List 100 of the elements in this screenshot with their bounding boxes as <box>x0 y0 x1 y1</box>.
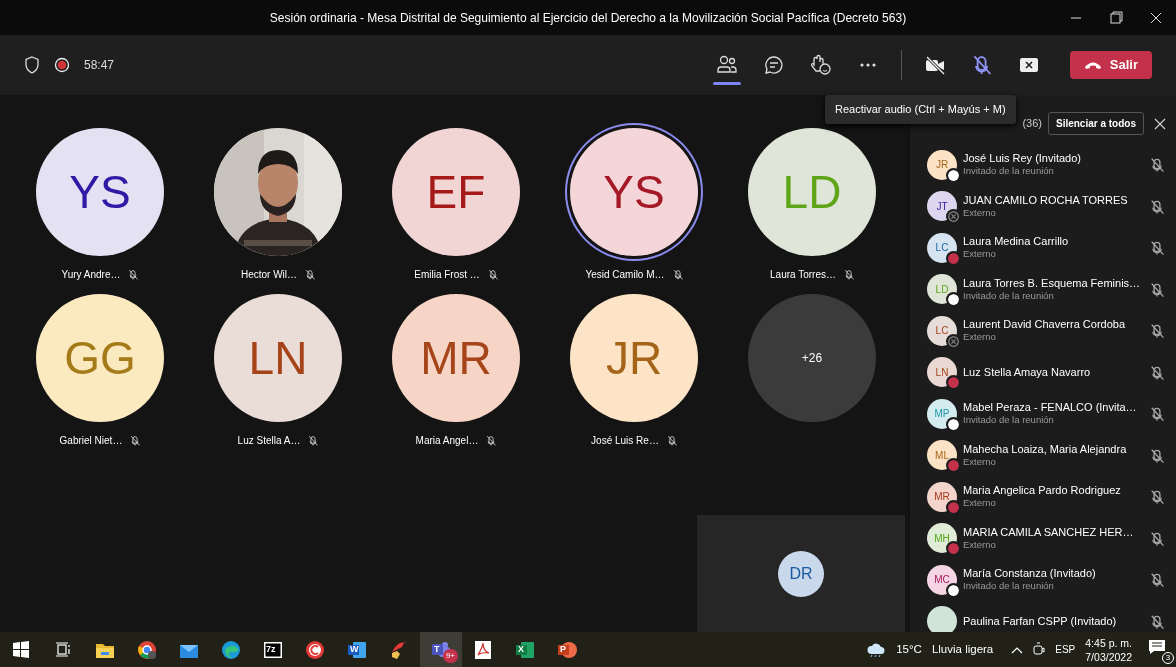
pdf-icon <box>473 639 493 660</box>
muted-mic-icon <box>971 54 992 76</box>
participant-row[interactable]: MR Maria Angelica Pardo Rodriguez Externo <box>910 476 1176 518</box>
teams-taskbar-button[interactable]: T 9+ <box>420 632 462 667</box>
participant-name: Laura Torres… <box>770 267 836 282</box>
participant-role: Invitado de la reunión <box>963 580 1055 593</box>
avatar-initials: LD <box>935 282 949 297</box>
language-indicator[interactable]: ESP <box>1055 642 1076 657</box>
participant-name: Mabel Peraza - FENALCO (Invita… <box>963 401 1138 415</box>
excel-icon <box>515 639 535 660</box>
clock[interactable]: 4:45 p. m. 7/03/2022 <box>1085 635 1132 664</box>
participant-row[interactable]: ML Mahecha Loaiza, Maria Alejandra Externo <box>910 434 1176 476</box>
shield-icon <box>24 56 40 74</box>
tooltip: Reactivar audio (Ctrl + Mayús + M) <box>825 95 1016 124</box>
powerpoint-taskbar-button[interactable]: P <box>546 632 588 667</box>
muted-mic-icon <box>666 434 677 446</box>
avatar-initials: LD <box>782 164 842 220</box>
participant-name: Yesid Camilo M… <box>585 267 665 282</box>
participant-name: María Constanza (Invitado) <box>963 567 1097 581</box>
participant-name: Luz Stella A… <box>237 433 301 448</box>
participant-role: Externo <box>963 538 997 551</box>
participant-role: Externo <box>963 455 997 468</box>
task-view-icon <box>53 639 73 660</box>
muted-mic-icon <box>1150 406 1164 422</box>
participant-row[interactable]: MH MARIA CAMILA SANCHEZ HER… Externo <box>910 517 1176 559</box>
more-count: +26 <box>801 350 823 367</box>
avatar-initials: JR <box>605 330 663 386</box>
muted-mic-icon <box>1150 489 1164 505</box>
avatar-initials: LN <box>248 330 308 386</box>
call-timer: 58:47 <box>84 57 115 74</box>
powerpoint-icon <box>557 639 577 660</box>
notification-badge: 9+ <box>442 649 458 663</box>
participant-row[interactable]: MC María Constanza (Invitado) Invitado de la reunión <box>910 559 1176 601</box>
participant-name: Laura Torres B. Esquema Feminis… <box>963 276 1142 290</box>
excel-taskbar-button[interactable]: X <box>504 632 546 667</box>
participant-role: Invitado de la reunión <box>963 165 1055 178</box>
participant-name: Mahecha Loaiza, Maria Alejandra <box>963 442 1128 456</box>
avatar-initials: GG <box>64 330 136 386</box>
participant-row[interactable]: LC Laura Medina Carrillo Externo <box>910 227 1176 269</box>
participant-role: Externo <box>963 206 997 219</box>
participant-name: José Luis Re… <box>591 433 659 448</box>
participant-name: Laurent David Chaverra Cordoba <box>963 318 1127 332</box>
avatar-initials: JT <box>936 199 948 214</box>
muted-mic-icon <box>1150 240 1164 256</box>
avatar-initials: YS <box>69 164 131 220</box>
participant-name: JUAN CAMILO ROCHA TORRES <box>963 193 1129 207</box>
participant-name: Yury Andre… <box>61 267 121 282</box>
participant-row[interactable]: LC Laurent David Chaverra Cordoba Externo <box>910 310 1176 352</box>
avatar-initials: EF <box>426 164 486 220</box>
muted-mic-icon <box>1150 157 1164 173</box>
participant-row[interactable]: LN Luz Stella Amaya Navarro <box>910 351 1176 393</box>
edge-icon <box>221 639 241 660</box>
muted-mic-icon <box>1150 613 1164 629</box>
close-icon[interactable] <box>1154 117 1166 130</box>
archive-icon <box>263 639 283 660</box>
clock-time: 4:45 p. m. <box>1085 635 1132 650</box>
restore-icon[interactable] <box>1109 11 1123 24</box>
muted-mic-icon <box>305 268 316 280</box>
chat-icon <box>762 54 785 76</box>
participant-row[interactable]: LD Laura Torres B. Esquema Feminis… Invitado de la reunión <box>910 268 1176 310</box>
close-icon[interactable] <box>1150 11 1162 24</box>
avatar-initials: MP <box>934 407 950 422</box>
avatar-initials: ML <box>935 448 949 463</box>
avatar-initials: LC <box>935 324 949 339</box>
app-letter: T <box>434 644 440 654</box>
word-taskbar-button[interactable]: W <box>336 632 378 667</box>
participant-role: Externo <box>963 248 997 261</box>
participant-row[interactable]: JT JUAN CAMILO ROCHA TORRES Externo <box>910 185 1176 227</box>
participant-role: Externo <box>963 497 997 510</box>
cloud-rain-icon <box>866 641 887 658</box>
camera-icon[interactable] <box>1033 641 1046 658</box>
muted-mic-icon <box>844 268 854 280</box>
avatar-initials: DR <box>789 563 813 584</box>
app-letter: 7z <box>266 644 276 654</box>
avatar-initials: LC <box>935 241 949 256</box>
participant-name: Hector Wil… <box>240 267 298 282</box>
app-letter: X <box>518 644 524 654</box>
muted-mic-icon <box>1150 198 1164 214</box>
participant-row[interactable]: MP Mabel Peraza - FENALCO (Invita… Invitado de la reunión <box>910 393 1176 435</box>
muted-mic-icon <box>1150 364 1164 380</box>
avatar-initials: JR <box>935 158 949 173</box>
clock-date: 7/03/2022 <box>1085 649 1132 664</box>
leave-button[interactable]: Salir <box>1069 51 1152 79</box>
muted-mic-icon <box>487 268 498 280</box>
window-title: Sesión ordinaria - Mesa Distrital de Seguimiento al Ejercicio del Derecho a la Movilización Social Pacífica (Decreto 563) <box>269 9 907 27</box>
notification-count: 3 <box>1162 651 1174 664</box>
avatar-initials: MC <box>934 573 950 588</box>
participant-name: Maria Angelica Pardo Rodriguez <box>963 484 1122 498</box>
muted-mic-icon <box>1150 323 1164 339</box>
hand-smiley-icon <box>809 54 832 76</box>
participant-count: (36) <box>1022 116 1042 132</box>
mute-all-button[interactable]: Silenciar a todos <box>1047 112 1144 135</box>
avatar-initials: YS <box>603 164 665 220</box>
archive-taskbar-button[interactable]: 7z <box>252 632 294 667</box>
camera-off-icon <box>923 54 946 76</box>
participant-role: Externo <box>963 331 997 344</box>
app-letter: W <box>350 644 359 654</box>
chevron-up-icon[interactable] <box>1011 645 1024 654</box>
participant-row[interactable]: JR José Luis Rey (Invitado) Invitado de la reunión <box>910 144 1176 186</box>
muted-mic-icon <box>130 434 141 446</box>
